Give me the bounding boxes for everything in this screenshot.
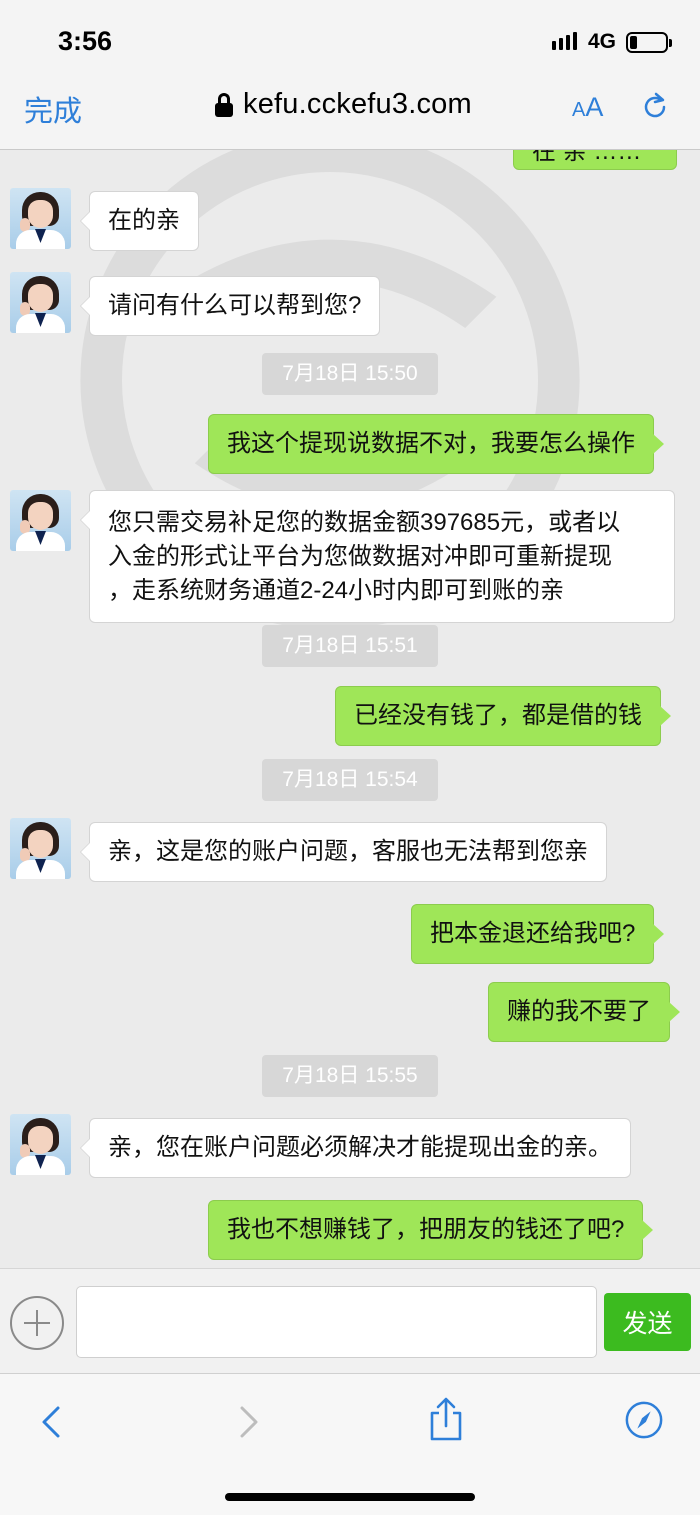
share-icon[interactable] [426,1396,466,1442]
agent-avatar [10,1114,71,1175]
browser-header: 3:56 4G 完成 kefu.cckefu3.com AA [0,0,700,150]
agent-avatar [10,188,71,249]
timestamp: 7月18日 15:55 [262,1055,438,1097]
aa-big-letter: A [585,92,604,122]
plus-icon[interactable] [10,1296,64,1350]
chat-bubble-user: 我这个提现说数据不对，我要怎么操作 [208,414,664,474]
composer-bar: 发送 [0,1268,700,1374]
network-type: 4G [588,30,617,53]
url-text: kefu.cckefu3.com [243,88,472,120]
chat-area[interactable]: 在 亲 …… 在的亲 请问有什么可以帮到您? 7月18日 15:50 我这个提现… [0,150,700,1268]
aa-small-letter: A [572,99,586,121]
message-input[interactable] [76,1286,597,1358]
chat-bubble-user: 把本金退还给我吧? [411,904,665,964]
signal-icon [552,32,577,50]
chat-bubble-user-partial: 在 亲 …… [513,150,677,170]
chat-bubble-user: 我也不想赚钱了，把朋友的钱还了吧? [208,1200,654,1260]
timestamp: 7月18日 15:50 [262,353,438,395]
address-bar[interactable]: kefu.cckefu3.com [215,88,472,121]
chat-bubble-user: 已经没有钱了，都是借的钱 [335,686,671,746]
reload-icon[interactable] [640,92,670,122]
chat-bubble-agent: 您只需交易补足您的数据金额397685元，或者以 入金的形式让平台为您做数据对冲… [80,490,675,623]
agent-avatar [10,272,71,333]
message-line: ，走系统财务通道2-24小时内即可到账的亲 [108,577,565,604]
agent-avatar [10,490,71,551]
message-line: 入金的形式让平台为您做数据对冲即可重新提现 [108,543,612,570]
chat-bubble-agent: 亲，这是您的账户问题，客服也无法帮到您亲 [80,822,607,882]
chat-bubble-agent: 在的亲 [80,191,199,251]
status-time: 3:56 [58,26,113,56]
chat-bubble-agent: 亲，您在账户问题必须解决才能提现出金的亲。 [80,1118,631,1178]
battery-icon [626,32,672,53]
agent-avatar [10,818,71,879]
lock-icon [215,92,233,117]
chat-bubble-user: 赚的我不要了 [488,982,680,1042]
message-line: 您只需交易补足您的数据金额397685元，或者以 [108,509,621,536]
text-size-button[interactable]: AA [572,92,603,123]
compass-icon[interactable] [624,1400,664,1440]
timestamp: 7月18日 15:54 [262,759,438,801]
back-icon[interactable] [32,1402,72,1442]
send-button[interactable]: 发送 [604,1293,691,1351]
home-indicator [225,1493,475,1501]
browser-toolbar [0,1374,700,1515]
chat-bubble-agent: 请问有什么可以帮到您? [79,276,381,336]
forward-icon[interactable] [228,1402,268,1442]
partial-message-text: 在 亲 …… [532,150,642,165]
done-button[interactable]: 完成 [24,88,82,130]
timestamp: 7月18日 15:51 [262,625,438,667]
